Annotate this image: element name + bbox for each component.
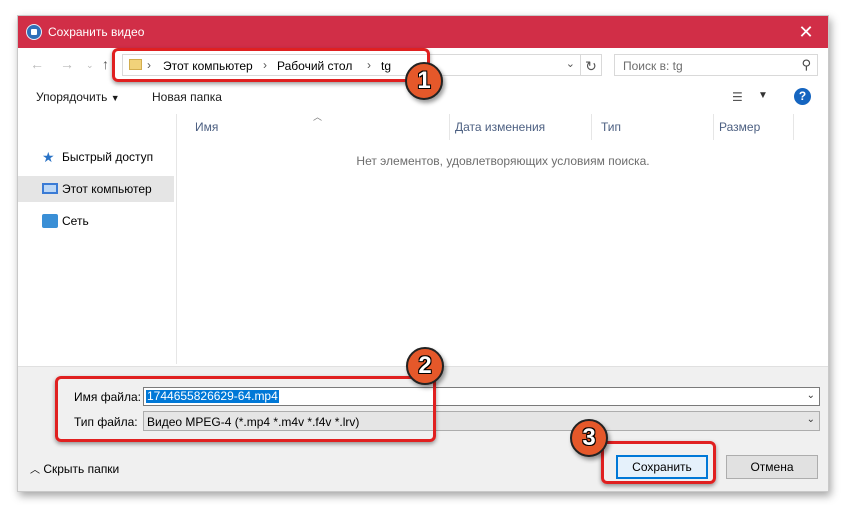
app-icon bbox=[26, 24, 42, 40]
star-icon: ★ bbox=[42, 149, 55, 165]
refresh-icon[interactable]: ↻ bbox=[580, 54, 602, 76]
column-divider[interactable] bbox=[793, 114, 794, 140]
window-title: Сохранить видео bbox=[48, 25, 145, 39]
navigation-pane: ★ Быстрый доступ Этот компьютер Сеть bbox=[18, 114, 176, 364]
sidebar-item-this-pc[interactable]: Этот компьютер bbox=[18, 176, 174, 202]
empty-message: Нет элементов, удовлетворяющих условиям … bbox=[356, 154, 650, 168]
column-header-date[interactable]: Дата изменения bbox=[455, 120, 545, 134]
new-folder-button[interactable]: Новая папка bbox=[152, 90, 222, 104]
step-badge-3: 3 bbox=[570, 419, 608, 457]
highlight-filename-filetype bbox=[55, 376, 436, 442]
view-details-icon[interactable]: ☰ bbox=[732, 90, 743, 104]
search-placeholder: Поиск в: tg bbox=[623, 59, 683, 73]
chevron-down-icon[interactable]: ⌄ bbox=[807, 390, 815, 401]
cancel-button[interactable]: Отмена bbox=[726, 455, 818, 479]
pane-divider[interactable] bbox=[176, 114, 177, 364]
sidebar-item-label: Сеть bbox=[62, 214, 89, 228]
sidebar-item-label: Быстрый доступ bbox=[62, 150, 154, 164]
view-dropdown-icon[interactable]: ▼ bbox=[758, 90, 768, 101]
chevron-up-icon: ︿ bbox=[30, 465, 40, 476]
highlight-address-bar bbox=[112, 48, 430, 82]
column-header-name[interactable]: Имя bbox=[195, 120, 218, 134]
arrow-up-icon[interactable]: ↑ bbox=[102, 56, 109, 72]
sidebar-item-network[interactable]: Сеть bbox=[18, 208, 174, 234]
arrow-left-icon[interactable]: ← bbox=[30, 56, 44, 72]
step-badge-1: 1 bbox=[405, 62, 443, 100]
help-icon[interactable]: ? bbox=[794, 88, 811, 105]
hide-folders-label: Скрыть папки bbox=[43, 462, 120, 476]
chevron-down-icon[interactable]: ⌄ bbox=[566, 57, 575, 70]
search-input[interactable]: Поиск в: tg ⚲ bbox=[614, 54, 818, 76]
column-divider[interactable] bbox=[449, 114, 450, 140]
caret-down-icon: ▼ bbox=[110, 93, 120, 103]
highlight-save-button bbox=[601, 441, 716, 484]
title-bar: Сохранить видео ✕ bbox=[18, 16, 828, 48]
column-header-size[interactable]: Размер bbox=[719, 120, 760, 134]
chevron-down-icon[interactable]: ⌄ bbox=[807, 414, 815, 425]
history-dropdown-icon[interactable]: ⌄ bbox=[86, 60, 94, 71]
file-list[interactable]: ︿ Имя Дата изменения Тип Размер Нет элем… bbox=[178, 112, 828, 364]
organize-label: Упорядочить bbox=[36, 90, 108, 104]
column-header-type[interactable]: Тип bbox=[601, 120, 621, 134]
organize-button[interactable]: Упорядочить ▼ bbox=[36, 90, 120, 104]
close-icon[interactable]: ✕ bbox=[784, 16, 828, 48]
hide-folders-button[interactable]: ︿ Скрыть папки bbox=[30, 461, 119, 476]
arrow-right-icon[interactable]: → bbox=[60, 56, 74, 72]
step-badge-2: 2 bbox=[406, 347, 444, 385]
column-divider[interactable] bbox=[713, 114, 714, 140]
sidebar-item-label: Этот компьютер bbox=[62, 182, 152, 196]
column-divider[interactable] bbox=[591, 114, 592, 140]
sidebar-item-quick-access[interactable]: ★ Быстрый доступ bbox=[18, 144, 174, 170]
sort-ascending-icon: ︿ bbox=[313, 112, 323, 122]
network-icon bbox=[42, 214, 58, 228]
search-icon[interactable]: ⚲ bbox=[801, 57, 811, 73]
computer-icon bbox=[42, 183, 58, 194]
